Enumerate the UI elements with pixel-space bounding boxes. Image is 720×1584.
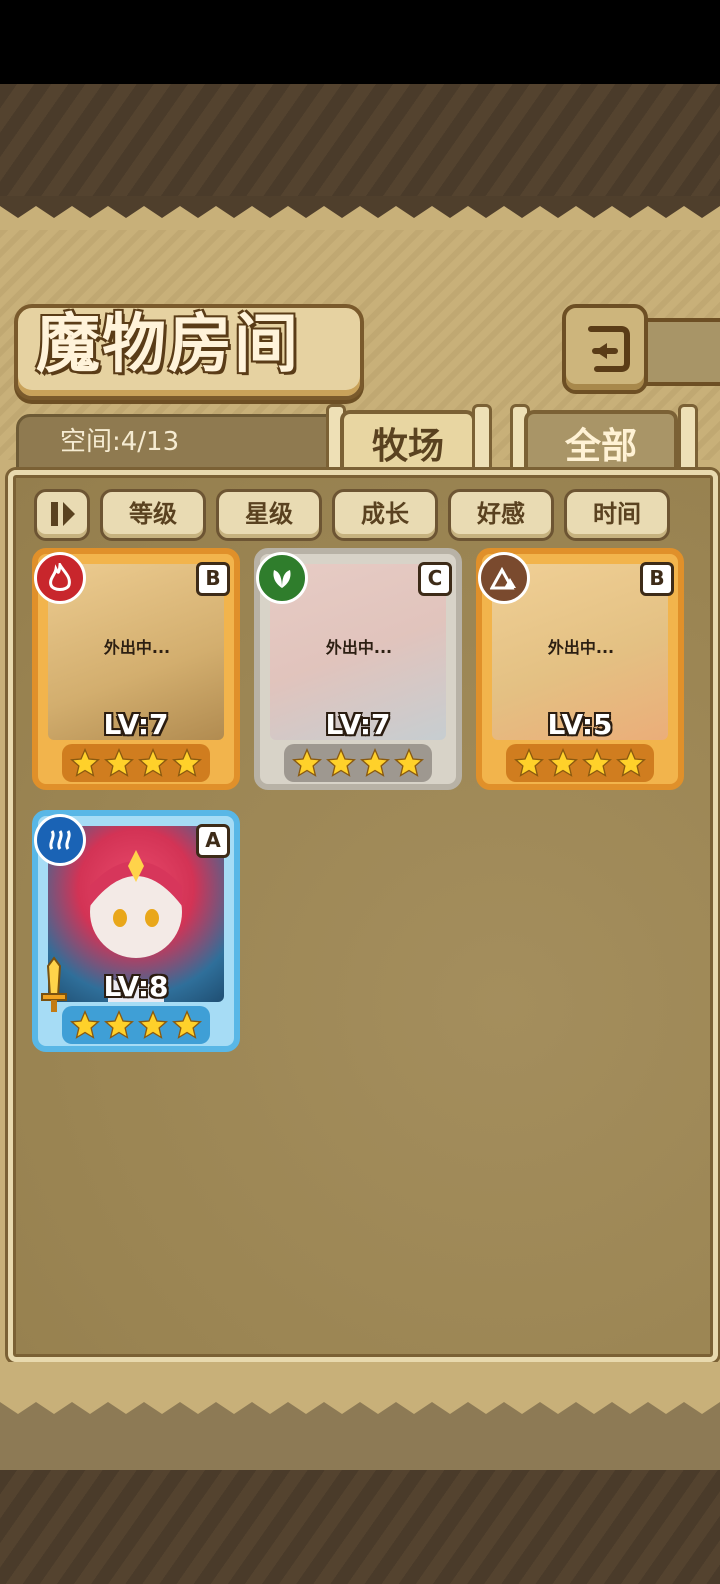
star-icon (70, 747, 100, 777)
rank-badge: C (418, 562, 452, 596)
star-icon (104, 747, 134, 777)
back-button-tail (638, 318, 720, 386)
star-icon (104, 1009, 134, 1039)
monster-card[interactable]: A LV:8 (32, 810, 240, 1052)
status-label: 外出中... (103, 638, 171, 657)
panel-zigzag-bottom (0, 1362, 720, 1470)
sort-star-button[interactable]: 星级 (216, 489, 322, 541)
monster-card[interactable]: B 外出中... LV:5 (476, 548, 684, 790)
star-icon (326, 747, 356, 777)
star-icon (70, 1009, 100, 1039)
return-icon (588, 326, 630, 372)
star-icon (292, 747, 322, 777)
sort-level-button[interactable]: 等级 (100, 489, 206, 541)
earth-icon (478, 552, 530, 604)
sort-affection-button[interactable]: 好感 (448, 489, 554, 541)
status-bar (0, 0, 720, 84)
star-icon (172, 747, 202, 777)
monster-card[interactable]: C 外出中... LV:7 (254, 548, 462, 790)
sort-time-button[interactable]: 时间 (564, 489, 670, 541)
page-title: 魔物房间 (36, 307, 300, 382)
background-top (0, 84, 720, 196)
panel-zigzag-top (0, 196, 720, 232)
rank-badge: A (196, 824, 230, 858)
star-icon (514, 747, 544, 777)
back-button[interactable] (562, 304, 648, 394)
status-label: 外出中... (547, 638, 615, 657)
star-rating (284, 744, 432, 782)
level-label: LV:7 (103, 708, 169, 741)
star-icon (582, 747, 612, 777)
monster-card[interactable]: B 外出中... LV:7 (32, 548, 240, 790)
star-icon (360, 747, 390, 777)
star-icon (548, 747, 578, 777)
star-icon (616, 747, 646, 777)
star-icon (138, 1009, 168, 1039)
background-bottom (0, 1470, 720, 1584)
star-icon (394, 747, 424, 777)
star-icon (138, 747, 168, 777)
star-icon (172, 1009, 202, 1039)
star-rating (62, 744, 210, 782)
leaf-icon (256, 552, 308, 604)
level-label: LV:5 (547, 708, 613, 741)
level-label: LV:7 (325, 708, 391, 741)
water-icon (34, 814, 86, 866)
sort-growth-button[interactable]: 成长 (332, 489, 438, 541)
tab-all[interactable]: 全部 (524, 410, 678, 478)
level-label: LV:8 (103, 970, 169, 1003)
tab-ranch[interactable]: 牧场 (340, 410, 476, 478)
star-rating (506, 744, 654, 782)
fire-icon (34, 552, 86, 604)
rank-badge: B (640, 562, 674, 596)
sort-order-button[interactable] (34, 489, 90, 541)
star-rating (62, 1006, 210, 1044)
sort-order-icon (51, 502, 75, 526)
status-label: 外出中... (325, 638, 393, 657)
rank-badge: B (196, 562, 230, 596)
space-counter: 空间:4/13 (60, 427, 180, 457)
